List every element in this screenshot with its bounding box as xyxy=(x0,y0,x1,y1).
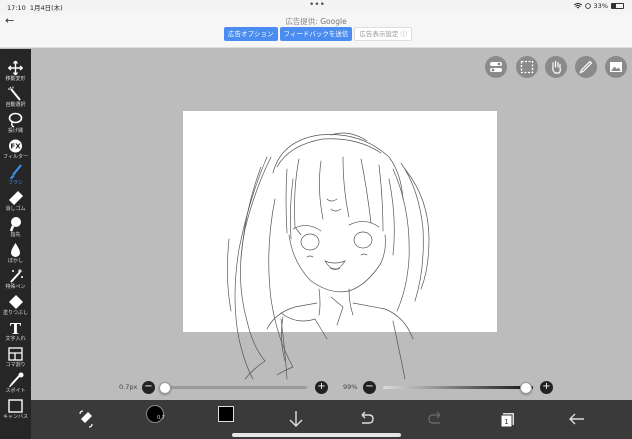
eraser-toggle-button[interactable] xyxy=(73,406,99,432)
orientation-lock-icon xyxy=(584,3,591,9)
drop-icon xyxy=(11,243,20,257)
status-bar: 17:10 1月4日(木) ••• 33% xyxy=(0,0,632,14)
layers-icon: 1 xyxy=(500,413,514,428)
size-plus-button[interactable]: + xyxy=(315,381,328,394)
tool-label: 投げ縄 xyxy=(7,128,23,134)
wifi-icon xyxy=(573,3,582,9)
tool-sidebar: 移動変形 自動選択 投げ縄 FX フィルター ブラシ 消しゴム 指先 ぼかし 特… xyxy=(0,49,31,439)
opacity-knob[interactable] xyxy=(519,382,532,394)
tool-move[interactable]: 移動変形 xyxy=(0,59,31,85)
sparkle-pen-icon xyxy=(10,269,23,283)
move-icon xyxy=(8,60,23,76)
ad-options-button[interactable]: 広告オプション xyxy=(224,27,278,41)
tool-smudge[interactable]: 指先 xyxy=(0,215,31,241)
opacity-slider[interactable]: 99% − + xyxy=(343,381,565,395)
opacity-track[interactable] xyxy=(383,382,533,394)
tool-label: 消しゴム xyxy=(5,206,26,212)
tool-blur[interactable]: ぼかし xyxy=(0,241,31,267)
finger-icon xyxy=(9,217,21,232)
status-time: 17:10 1月4日(木) xyxy=(7,4,63,12)
eraser-swap-icon xyxy=(79,410,93,428)
ad-buttons: 広告オプション フィードバックを送信 広告表示設定 ⓘ xyxy=(224,27,412,41)
redo-icon xyxy=(428,411,441,424)
ad-settings-button[interactable]: 広告表示設定 ⓘ xyxy=(354,27,412,41)
magic-wand-icon xyxy=(8,86,21,101)
bucket-icon xyxy=(9,295,23,309)
tool-label: ブラシ xyxy=(8,180,23,186)
fx-icon: FX xyxy=(9,139,22,153)
lasso-icon xyxy=(8,112,23,128)
brush-size-button[interactable]: 0.7 xyxy=(146,405,165,423)
ad-title: 広告提供: Google xyxy=(285,17,347,26)
brush-size-slider[interactable]: 0.7px − + xyxy=(119,381,334,395)
tool-label: コマ割り xyxy=(5,362,26,368)
size-track[interactable] xyxy=(159,382,307,394)
tool-frame[interactable]: コマ割り xyxy=(0,345,31,371)
tool-label: 文字入れ xyxy=(5,336,26,342)
color-swatch-button[interactable] xyxy=(218,406,234,422)
ad-feedback-button[interactable]: フィードバックを送信 xyxy=(279,27,353,41)
tool-fill[interactable]: 塗りつぶし xyxy=(0,293,31,319)
status-right: 33% xyxy=(573,2,624,10)
tool-label: フィルター xyxy=(3,154,28,160)
tool-label: 塗りつぶし xyxy=(2,310,29,316)
tool-auto-select[interactable]: 自動選択 xyxy=(0,85,31,111)
tool-filter[interactable]: FX フィルター xyxy=(0,137,31,163)
redo-button[interactable] xyxy=(423,406,449,432)
undo-button[interactable] xyxy=(353,406,379,432)
eraser-icon xyxy=(9,191,23,205)
brush-size-value: 0.7 xyxy=(157,415,165,421)
home-indicator[interactable] xyxy=(232,433,401,437)
size-minus-button[interactable]: − xyxy=(142,381,155,394)
ad-banner: ← 広告提供: Google 広告オプション フィードバックを送信 広告表示設定… xyxy=(0,14,632,48)
tool-label: 自動選択 xyxy=(5,102,26,108)
opacity-plus-button[interactable]: + xyxy=(540,381,553,394)
sketch-drawing xyxy=(227,132,430,380)
back-button[interactable] xyxy=(564,406,590,432)
tool-label: ぼかし xyxy=(7,258,23,264)
tool-label: 指先 xyxy=(10,232,21,238)
download-button[interactable] xyxy=(283,406,309,432)
tool-label: 特殊ペン xyxy=(5,284,26,290)
canvas-stage[interactable]: 0.7px − + 99% − + xyxy=(31,49,632,400)
layers-button[interactable]: 1 xyxy=(495,406,521,432)
canvas-icon xyxy=(8,399,23,413)
brush-icon xyxy=(10,164,22,179)
arrow-left-icon xyxy=(569,413,584,425)
frame-icon xyxy=(8,347,23,361)
tool-label: スポイト xyxy=(5,388,26,394)
brush-size-label: 0.7px xyxy=(119,383,138,391)
text-icon: T xyxy=(10,320,22,336)
multitask-dots[interactable]: ••• xyxy=(309,0,325,10)
size-knob[interactable] xyxy=(159,382,171,394)
svg-text:1: 1 xyxy=(504,418,508,426)
tool-brush[interactable]: ブラシ xyxy=(0,163,31,189)
battery-percent: 33% xyxy=(593,2,608,10)
tool-special-pen[interactable]: 特殊ペン xyxy=(0,267,31,293)
tool-label: 移動変形 xyxy=(5,76,26,82)
tool-label: キャンバス xyxy=(2,414,28,420)
tool-text[interactable]: T 文字入れ xyxy=(0,319,31,345)
tool-lasso[interactable]: 投げ縄 xyxy=(0,111,31,137)
opacity-label: 99% xyxy=(343,383,358,391)
arrow-down-icon xyxy=(289,411,303,427)
eyedropper-icon xyxy=(8,372,24,388)
tool-eyedropper[interactable]: スポイト xyxy=(0,371,31,397)
battery-icon xyxy=(611,3,624,9)
tool-canvas[interactable]: キャンバス xyxy=(0,397,31,423)
opacity-minus-button[interactable]: − xyxy=(363,381,376,394)
undo-icon xyxy=(361,411,374,424)
tool-eraser[interactable]: 消しゴム xyxy=(0,189,31,215)
svg-text:T: T xyxy=(10,320,22,336)
svg-text:FX: FX xyxy=(10,143,21,151)
